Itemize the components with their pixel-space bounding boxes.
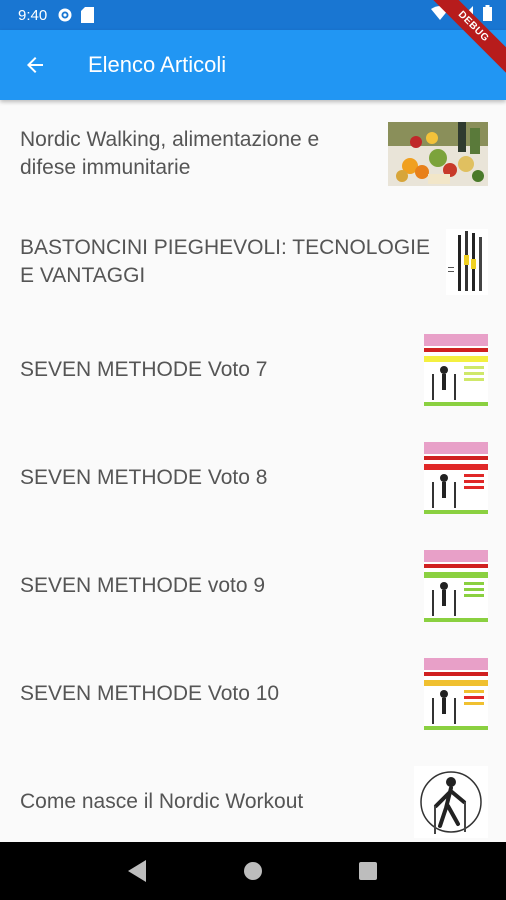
article-thumbnail-seven-methode: [424, 550, 488, 622]
article-title: SEVEN METHODE voto 9: [20, 574, 266, 597]
circle-home-icon: [243, 862, 262, 880]
square-recents-icon: [359, 862, 378, 880]
nav-back-button[interactable]: [118, 851, 158, 891]
article-title: BASTONCINI PIEGHEVOLI: TECNOLOGIE E VANT…: [20, 236, 430, 287]
article-title: SEVEN METHODE Voto 7: [20, 358, 268, 381]
nav-recents-button[interactable]: [348, 851, 388, 891]
list-item[interactable]: Come nasce il Nordic Workout: [0, 748, 506, 842]
list-item[interactable]: SEVEN METHODE Voto 7: [0, 316, 506, 424]
article-thumbnail-seven-methode: [424, 334, 488, 406]
article-title: Come nasce il Nordic Workout: [20, 790, 304, 813]
list-item[interactable]: SEVEN METHODE voto 9: [0, 532, 506, 640]
status-bar: 9:40: [0, 0, 506, 30]
system-nav-bar: [0, 842, 506, 900]
article-thumbnail-food: [388, 122, 488, 186]
article-list: Nordic Walking, alimentazione e difese i…: [0, 100, 506, 842]
list-item[interactable]: SEVEN METHODE Voto 8: [0, 424, 506, 532]
list-item[interactable]: Nordic Walking, alimentazione e difese i…: [0, 100, 506, 208]
sd-card-icon: [81, 7, 95, 23]
list-item[interactable]: SEVEN METHODE Voto 10: [0, 640, 506, 748]
arrow-back-icon: [27, 57, 43, 73]
article-thumbnail-seven-methode: [424, 442, 488, 514]
list-item[interactable]: BASTONCINI PIEGHEVOLI: TECNOLOGIE E VANT…: [0, 208, 506, 316]
nav-home-button[interactable]: [233, 851, 273, 891]
article-title: SEVEN METHODE Voto 8: [20, 466, 268, 489]
triangle-back-icon: [127, 860, 146, 882]
article-thumbnail-nordic-workout: [414, 766, 488, 838]
back-button[interactable]: [0, 30, 70, 100]
status-time: 9:40: [18, 6, 48, 24]
article-thumbnail-seven-methode: [424, 658, 488, 730]
article-title: Nordic Walking, alimentazione e difese i…: [20, 128, 320, 179]
article-title: SEVEN METHODE Voto 10: [20, 682, 280, 705]
battery-icon: [483, 5, 492, 25]
settings-icon: [57, 7, 73, 23]
page-title: Elenco Articoli: [88, 52, 227, 77]
app-bar: Elenco Articoli: [0, 30, 506, 100]
article-thumbnail-poles: [446, 229, 488, 295]
